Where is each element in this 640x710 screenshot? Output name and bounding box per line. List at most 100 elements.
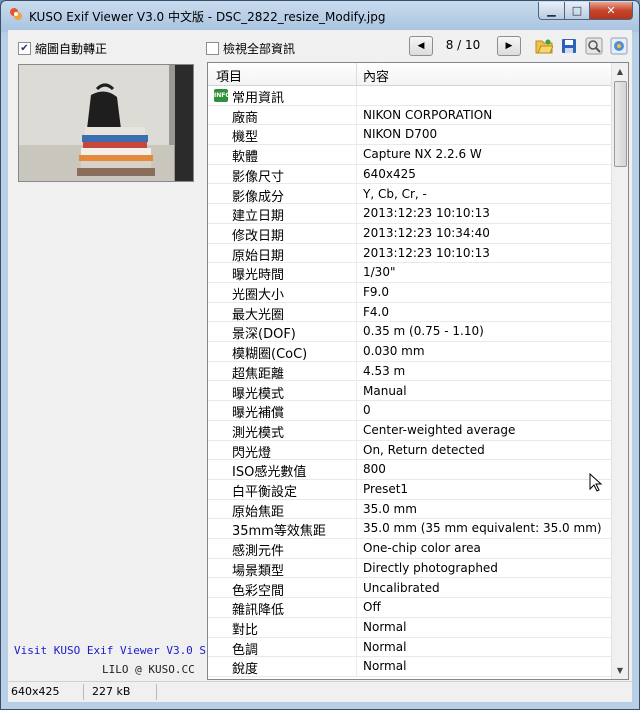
view-all-checkbox[interactable]: 檢視全部資訊 [206, 40, 295, 57]
view-all-check-icon[interactable] [206, 42, 219, 55]
table-row[interactable]: 銳度 Normal [208, 657, 612, 677]
group-row-common[interactable]: INFO 常用資訊 [208, 86, 612, 106]
folder-icon [535, 39, 553, 54]
table-row[interactable]: 白平衡設定 Preset1 [208, 480, 612, 500]
about-icon [610, 37, 628, 55]
row-label: 場景類型 [232, 563, 285, 579]
close-button[interactable]: ✕ [589, 2, 633, 20]
status-divider [156, 684, 157, 700]
next-image-button[interactable]: ▶ [497, 36, 521, 56]
column-header-content[interactable]: 內容 [363, 66, 389, 85]
status-bar: 640x425 227 kB [8, 681, 632, 702]
table-row[interactable]: 原始焦距 35.0 mm [208, 499, 612, 520]
table-row[interactable]: 軟體 Capture NX 2.2.6 W [208, 145, 612, 165]
column-separator[interactable] [356, 63, 357, 85]
row-label: 閃光燈 [232, 445, 272, 461]
table-row[interactable]: 曝光模式 Manual [208, 381, 612, 402]
row-label: 測光模式 [232, 425, 285, 441]
about-button[interactable] [609, 36, 629, 56]
row-value: NIKON D700 [363, 127, 438, 142]
table-row[interactable]: 機型 NIKON D700 [208, 125, 612, 145]
row-value: Preset1 [363, 482, 409, 496]
column-header-item[interactable]: 項目 [216, 66, 242, 85]
column-separator [356, 361, 357, 381]
column-separator [356, 322, 357, 342]
table-row[interactable]: 場景類型 Directly photographed [208, 558, 612, 579]
row-label: ISO感光數值 [232, 465, 307, 481]
table-row[interactable]: 景深(DOF) 0.35 m (0.75 - 1.10) [208, 322, 612, 342]
table-row[interactable]: 閃光燈 On, Return detected [208, 440, 612, 461]
mouse-cursor-icon [589, 473, 603, 492]
maximize-button[interactable]: □ [564, 2, 590, 20]
table-row[interactable]: 影像成分 Y, Cb, Cr, - [208, 184, 612, 205]
column-separator [356, 223, 357, 243]
auto-rotate-check-icon[interactable]: ✔ [18, 42, 31, 55]
magnifier-icon [585, 37, 603, 55]
table-row[interactable]: 超焦距離 4.53 m [208, 361, 612, 382]
exif-list[interactable]: 項目 內容 INFO 常用資訊 廠商 NIKON CORPORATION 機型 NIKON… [207, 62, 629, 680]
column-separator [356, 263, 357, 282]
row-label: 曝光補償 [232, 406, 285, 422]
vertical-scrollbar[interactable]: ▲ ▼ [611, 63, 628, 679]
row-label: 軟體 [232, 150, 259, 166]
row-label: 色調 [232, 642, 259, 658]
row-value: 4.53 m [363, 363, 406, 378]
column-separator [356, 105, 357, 125]
table-row[interactable]: 廠商 NIKON CORPORATION [208, 105, 612, 126]
prev-image-button[interactable]: ◀ [409, 36, 433, 56]
row-value: On, Return detected [363, 442, 485, 457]
table-row[interactable]: 建立日期 2013:12:23 10:10:13 [208, 204, 612, 224]
table-row[interactable]: 影像尺寸 640x425 [208, 164, 612, 185]
table-row[interactable]: ISO感光數值 800 [208, 460, 612, 480]
row-label: 色彩空間 [232, 583, 285, 599]
row-value: Manual [363, 383, 407, 398]
row-value: 640x425 [363, 166, 416, 181]
row-value: 0.030 mm [363, 344, 425, 359]
app-icon [10, 8, 22, 20]
row-label: 對比 [232, 622, 259, 638]
table-row[interactable]: 測光模式 Center-weighted average [208, 420, 612, 441]
row-label: 銳度 [232, 662, 259, 678]
visit-site-link[interactable]: Visit KUSO Exif Viewer V3.0 Site [14, 644, 226, 657]
table-row[interactable]: 感測元件 One-chip color area [208, 539, 612, 559]
scrollbar-thumb[interactable] [614, 81, 627, 167]
table-row[interactable]: 修改日期 2013:12:23 10:34:40 [208, 223, 612, 244]
table-row[interactable]: 最大光圈 F4.0 [208, 302, 612, 323]
row-value: F9.0 [363, 285, 389, 299]
scroll-up-icon[interactable]: ▲ [612, 63, 628, 80]
table-row[interactable]: 原始日期 2013:12:23 10:10:13 [208, 243, 612, 264]
table-row[interactable]: 色彩空間 Uncalibrated [208, 578, 612, 599]
row-value: One-chip color area [363, 541, 481, 556]
table-row[interactable]: 模糊圈(CoC) 0.030 mm [208, 342, 612, 362]
row-value: 800 [363, 462, 386, 477]
row-label: 曝光時間 [232, 268, 285, 284]
title-bar[interactable]: KUSO Exif Viewer V3.0 中文版 - DSC_2822_res… [1, 1, 639, 29]
column-separator [356, 480, 357, 499]
column-separator [356, 460, 357, 479]
minimize-button[interactable]: ▁ [538, 2, 565, 20]
save-icon [562, 39, 576, 53]
table-row[interactable]: 光圈大小 F9.0 [208, 283, 612, 303]
auto-rotate-checkbox[interactable]: ✔ 縮圖自動轉正 [18, 40, 107, 57]
zoom-button[interactable] [584, 36, 604, 56]
column-separator [356, 302, 357, 322]
table-row[interactable]: 35mm等效焦距 35.0 mm (35 mm equivalent: 35.0 … [208, 519, 612, 539]
table-row[interactable]: 曝光補償 0 [208, 401, 612, 421]
toolbar: ✔ 縮圖自動轉正 檢視全部資訊 ◀ 8 / 10 ▶ [8, 30, 632, 62]
row-label: 光圈大小 [232, 288, 285, 303]
author-credit: LILO @ KUSO.CC [102, 663, 195, 676]
table-row[interactable]: 曝光時間 1/30" [208, 263, 612, 283]
table-row[interactable]: 對比 Normal [208, 617, 612, 638]
save-button[interactable] [559, 36, 579, 56]
column-separator [356, 657, 357, 676]
table-row[interactable]: 雜訊降低 Off [208, 598, 612, 618]
scroll-down-icon[interactable]: ▼ [612, 662, 628, 679]
row-value: F4.0 [363, 304, 389, 319]
close-icon: ✕ [606, 4, 616, 17]
table-row[interactable]: 色調 Normal [208, 637, 612, 658]
column-separator [356, 499, 357, 519]
row-label: 影像成分 [232, 189, 285, 205]
status-divider [83, 684, 84, 700]
open-folder-button[interactable] [534, 36, 554, 56]
column-separator [356, 598, 357, 617]
